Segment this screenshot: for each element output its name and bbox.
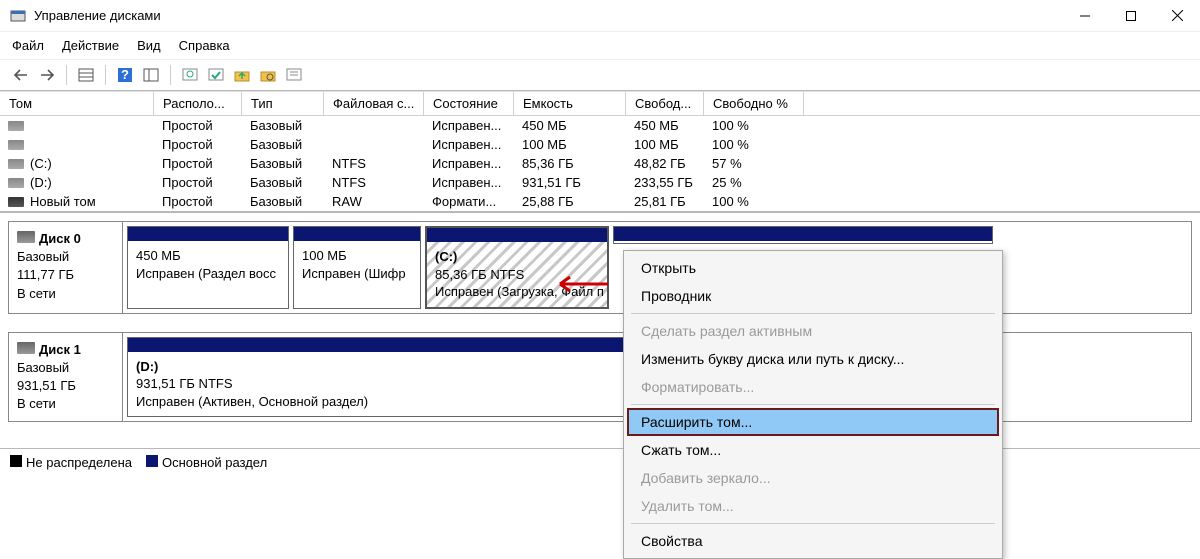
volume-icon: [8, 121, 24, 131]
context-menu-item[interactable]: Расширить том...: [627, 408, 999, 436]
maximize-button[interactable]: [1108, 0, 1154, 32]
column-header[interactable]: Свобод...: [626, 92, 704, 115]
context-menu-item: Сделать раздел активным: [627, 317, 999, 345]
context-menu-item[interactable]: Изменить букву диска или путь к диску...: [627, 345, 999, 373]
svg-text:?: ?: [121, 67, 129, 82]
menu-view[interactable]: Вид: [137, 38, 161, 53]
context-menu-item[interactable]: Сжать том...: [627, 436, 999, 464]
toolbar: ?: [0, 60, 1200, 91]
close-button[interactable]: [1154, 0, 1200, 32]
volume-icon: [8, 159, 24, 169]
folder-up-icon[interactable]: [231, 64, 253, 86]
menu-file[interactable]: Файл: [12, 38, 44, 53]
column-header[interactable]: Том: [0, 92, 154, 115]
legend-unallocated: Не распределена: [26, 455, 132, 470]
disk-row: Диск 1Базовый931,51 ГБВ сети(D:)931,51 Г…: [8, 332, 1192, 423]
volume-list: ТомРасполо...ТипФайловая с...СостояниеЕм…: [0, 91, 1200, 212]
view-grid-icon[interactable]: [75, 64, 97, 86]
volume-row[interactable]: ПростойБазовыйИсправен...450 МБ450 МБ100…: [0, 116, 1200, 135]
app-icon: [10, 8, 26, 24]
legend: Не распределена Основной раздел: [0, 448, 1200, 476]
back-button[interactable]: [10, 64, 32, 86]
disk-row: Диск 0Базовый111,77 ГБВ сети450 МБИсправ…: [8, 221, 1192, 314]
volume-row[interactable]: (D:)ПростойБазовыйNTFSИсправен...931,51 …: [0, 173, 1200, 192]
column-header[interactable]: Файловая с...: [324, 92, 424, 115]
minimize-button[interactable]: [1062, 0, 1108, 32]
disk-graphical-view: Диск 0Базовый111,77 ГБВ сети450 МБИсправ…: [0, 212, 1200, 448]
refresh-icon[interactable]: [179, 64, 201, 86]
context-menu-item: Форматировать...: [627, 373, 999, 401]
context-menu: ОткрытьПроводник Сделать раздел активнымИ…: [623, 250, 1003, 559]
partition[interactable]: 100 МБИсправен (Шифр: [293, 226, 421, 309]
legend-primary: Основной раздел: [162, 455, 267, 470]
partition[interactable]: (C:)85,36 ГБ NTFSИсправен (Загрузка, Фай…: [425, 226, 609, 309]
settings-icon[interactable]: [283, 64, 305, 86]
titlebar: Управление дисками: [0, 0, 1200, 32]
menu-action[interactable]: Действие: [62, 38, 119, 53]
context-menu-item[interactable]: Проводник: [627, 282, 999, 310]
volume-list-header: ТомРасполо...ТипФайловая с...СостояниеЕм…: [0, 91, 1200, 116]
menubar: Файл Действие Вид Справка: [0, 32, 1200, 60]
volume-icon: [8, 140, 24, 150]
column-header[interactable]: Емкость: [514, 92, 626, 115]
context-menu-item[interactable]: Свойства: [627, 527, 999, 555]
volume-row[interactable]: Новый томПростойБазовыйRAWФормати...25,8…: [0, 192, 1200, 211]
disk-label[interactable]: Диск 0Базовый111,77 ГБВ сети: [9, 222, 123, 313]
menu-help[interactable]: Справка: [179, 38, 230, 53]
column-header[interactable]: Состояние: [424, 92, 514, 115]
folder-search-icon[interactable]: [257, 64, 279, 86]
disk-label[interactable]: Диск 1Базовый931,51 ГБВ сети: [9, 333, 123, 422]
column-header[interactable]: Тип: [242, 92, 324, 115]
column-header[interactable]: Свободно %: [704, 92, 804, 115]
context-menu-item: Удалить том...: [627, 492, 999, 520]
context-menu-item: Добавить зеркало...: [627, 464, 999, 492]
volume-icon: [8, 178, 24, 188]
forward-button[interactable]: [36, 64, 58, 86]
check-icon[interactable]: [205, 64, 227, 86]
context-menu-item[interactable]: Открыть: [627, 254, 999, 282]
list-icon[interactable]: [140, 64, 162, 86]
partition[interactable]: [613, 226, 993, 244]
help-icon[interactable]: ?: [114, 64, 136, 86]
volume-row[interactable]: (C:)ПростойБазовыйNTFSИсправен...85,36 Г…: [0, 154, 1200, 173]
volume-row[interactable]: ПростойБазовыйИсправен...100 МБ100 МБ100…: [0, 135, 1200, 154]
column-header[interactable]: Располо...: [154, 92, 242, 115]
volume-icon: [8, 197, 24, 207]
partition[interactable]: 450 МБИсправен (Раздел восс: [127, 226, 289, 309]
window-title: Управление дисками: [34, 8, 1062, 23]
